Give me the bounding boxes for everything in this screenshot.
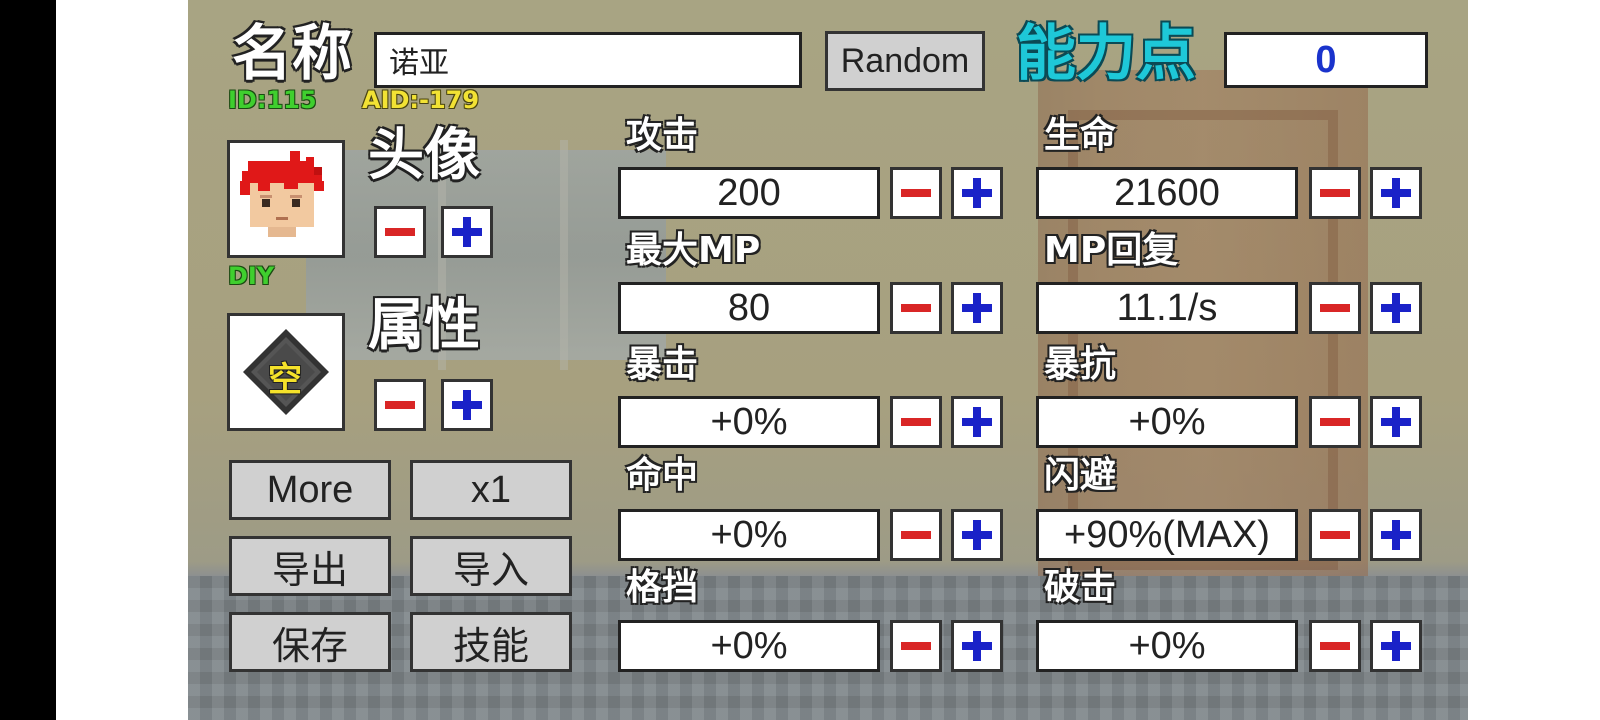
stat-label-dodge: 闪避 xyxy=(1044,455,1117,496)
minus-icon xyxy=(901,418,931,426)
plus-icon xyxy=(1381,293,1411,323)
multiplier-button[interactable]: x1 xyxy=(410,460,572,520)
hit-plus-button[interactable] xyxy=(951,509,1003,561)
stat-value-crit: +0% xyxy=(618,396,880,448)
minus-icon xyxy=(1320,642,1350,650)
ability-points-value: 0 xyxy=(1224,32,1428,88)
minus-icon xyxy=(901,304,931,312)
stat-value-dodge: +90%(MAX) xyxy=(1036,509,1298,561)
armor-break-minus-button[interactable] xyxy=(1309,620,1361,672)
hp-minus-button[interactable] xyxy=(1309,167,1361,219)
name-label: 名称 xyxy=(232,19,352,89)
stat-label-max-mp: 最大MP xyxy=(626,230,761,271)
save-button[interactable]: 保存 xyxy=(229,612,391,672)
more-button[interactable]: More xyxy=(229,460,391,520)
character-id: ID:115 xyxy=(228,86,317,114)
name-input[interactable]: 诺亚 xyxy=(374,32,802,88)
attribute-label: 属性 xyxy=(368,293,480,358)
avatar-portrait[interactable] xyxy=(227,140,345,258)
import-button[interactable]: 导入 xyxy=(410,536,572,596)
plus-icon xyxy=(962,520,992,550)
stat-value-armor-break: +0% xyxy=(1036,620,1298,672)
avatar-face-icon xyxy=(230,143,342,255)
minus-icon xyxy=(901,189,931,197)
ability-points-label: 能力点 xyxy=(1016,19,1196,89)
plus-icon xyxy=(452,390,482,420)
armor-break-plus-button[interactable] xyxy=(1370,620,1422,672)
stat-label-hp: 生命 xyxy=(1044,115,1117,156)
letterbox-left xyxy=(0,0,56,720)
attack-minus-button[interactable] xyxy=(890,167,942,219)
hit-minus-button[interactable] xyxy=(890,509,942,561)
stat-value-hp: 21600 xyxy=(1036,167,1298,219)
avatar-next-button[interactable] xyxy=(441,206,493,258)
attack-plus-button[interactable] xyxy=(951,167,1003,219)
block-plus-button[interactable] xyxy=(951,620,1003,672)
minus-icon xyxy=(1320,189,1350,197)
minus-icon xyxy=(1320,304,1350,312)
avatar-label: 头像 xyxy=(368,123,480,188)
minus-icon xyxy=(1320,531,1350,539)
character-editor-screen: 名称 诺亚 Random 能力点 0 ID:115 AID:-179 头像 DI… xyxy=(188,0,1468,720)
attribute-next-button[interactable] xyxy=(441,379,493,431)
random-button[interactable]: Random xyxy=(825,31,985,91)
minus-icon xyxy=(901,642,931,650)
block-minus-button[interactable] xyxy=(890,620,942,672)
plus-icon xyxy=(962,407,992,437)
plus-icon xyxy=(962,178,992,208)
attribute-prev-button[interactable] xyxy=(374,379,426,431)
minus-icon xyxy=(385,228,415,236)
mp-regen-plus-button[interactable] xyxy=(1370,282,1422,334)
mp-regen-minus-button[interactable] xyxy=(1309,282,1361,334)
element-glyph: 空 xyxy=(268,360,302,400)
minus-icon xyxy=(385,401,415,409)
character-aid: AID:-179 xyxy=(362,86,480,114)
stat-label-armor-break: 破击 xyxy=(1044,567,1117,608)
stat-label-crit-resist: 暴抗 xyxy=(1044,344,1117,385)
plus-icon xyxy=(1381,407,1411,437)
stat-label-hit: 命中 xyxy=(626,455,699,496)
stat-value-block: +0% xyxy=(618,620,880,672)
stat-label-attack: 攻击 xyxy=(626,115,699,156)
stat-value-max-mp: 80 xyxy=(618,282,880,334)
export-button[interactable]: 导出 xyxy=(229,536,391,596)
dodge-minus-button[interactable] xyxy=(1309,509,1361,561)
max-mp-plus-button[interactable] xyxy=(951,282,1003,334)
avatar-prev-button[interactable] xyxy=(374,206,426,258)
plus-icon xyxy=(1381,631,1411,661)
skills-button[interactable]: 技能 xyxy=(410,612,572,672)
crit-plus-button[interactable] xyxy=(951,396,1003,448)
diy-tag: DIY xyxy=(228,262,275,290)
stat-value-attack: 200 xyxy=(618,167,880,219)
stat-label-mp-regen: MP回复 xyxy=(1044,230,1179,271)
minus-icon xyxy=(1320,418,1350,426)
stat-value-mp-regen: 11.1/s xyxy=(1036,282,1298,334)
plus-icon xyxy=(1381,520,1411,550)
minus-icon xyxy=(901,531,931,539)
plus-icon xyxy=(1381,178,1411,208)
crit-resist-minus-button[interactable] xyxy=(1309,396,1361,448)
dodge-plus-button[interactable] xyxy=(1370,509,1422,561)
hp-plus-button[interactable] xyxy=(1370,167,1422,219)
plus-icon xyxy=(962,631,992,661)
crit-resist-plus-button[interactable] xyxy=(1370,396,1422,448)
plus-icon xyxy=(962,293,992,323)
element-portrait[interactable]: 空 xyxy=(227,313,345,431)
stat-label-crit: 暴击 xyxy=(626,344,699,385)
plus-icon xyxy=(452,217,482,247)
stat-value-crit-resist: +0% xyxy=(1036,396,1298,448)
crit-minus-button[interactable] xyxy=(890,396,942,448)
max-mp-minus-button[interactable] xyxy=(890,282,942,334)
stat-value-hit: +0% xyxy=(618,509,880,561)
stat-label-block: 格挡 xyxy=(626,567,699,608)
